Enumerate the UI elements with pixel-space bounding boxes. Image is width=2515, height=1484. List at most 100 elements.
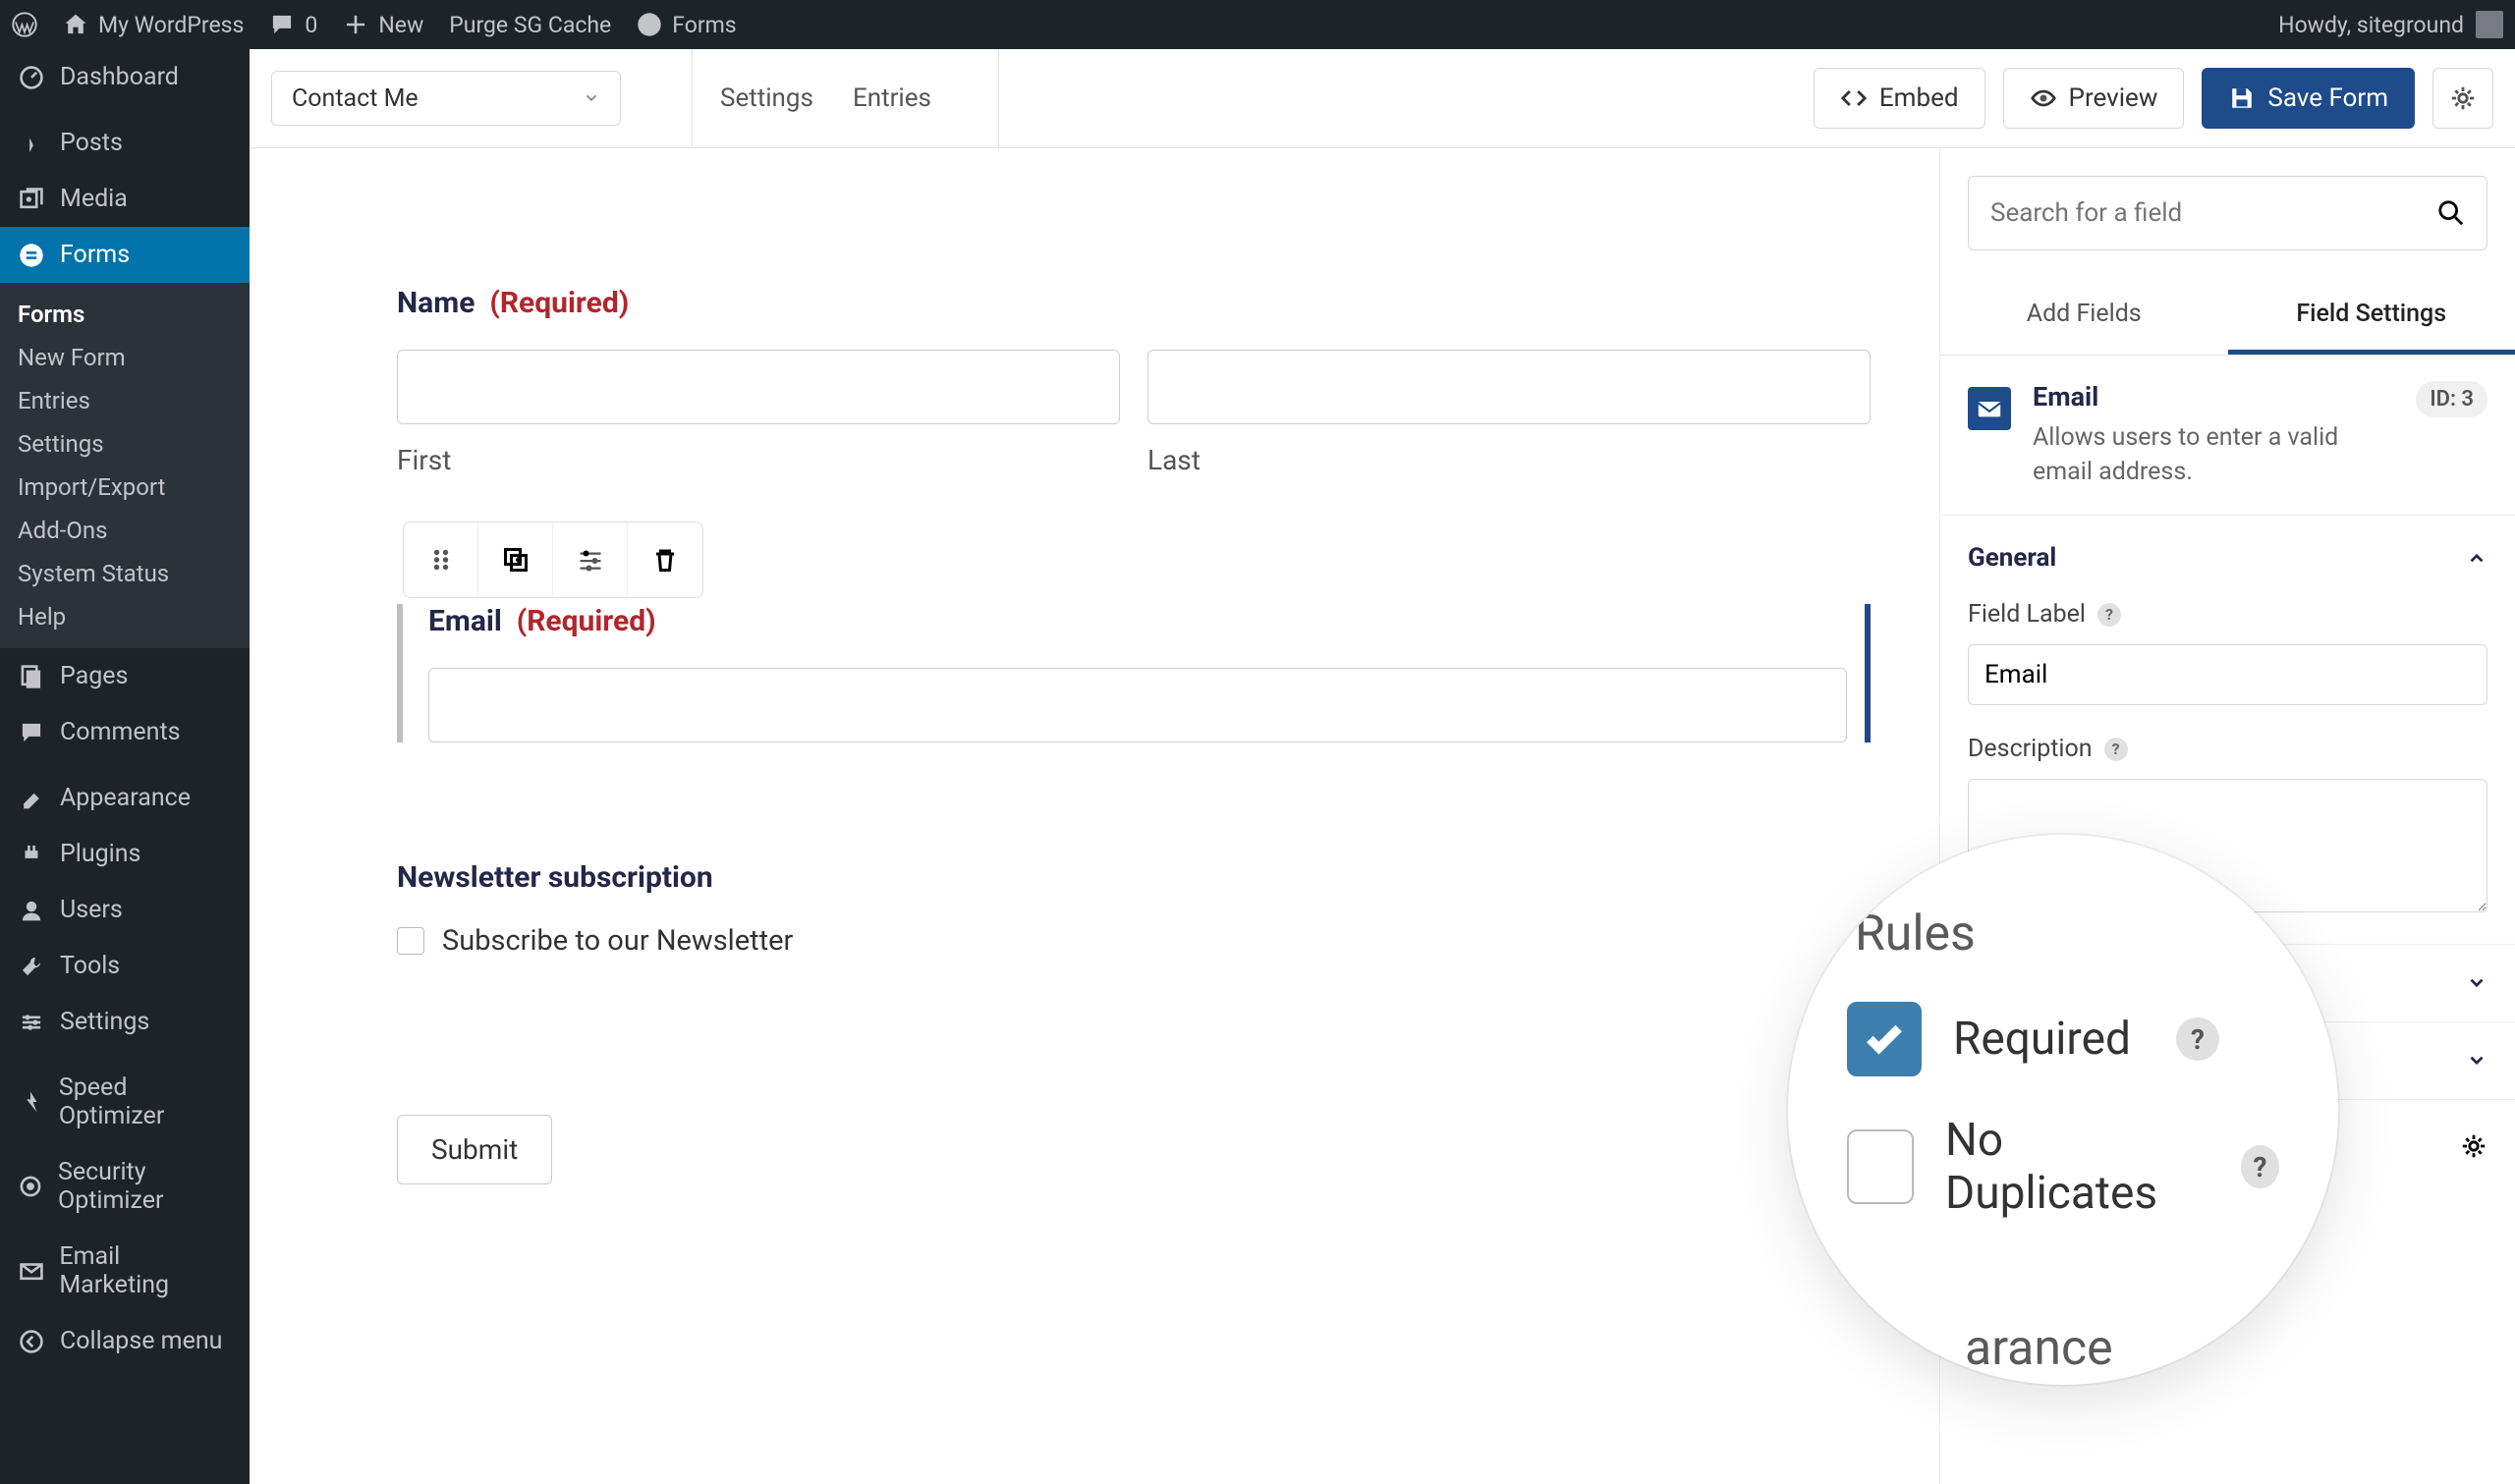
gear-icon bbox=[2449, 84, 2477, 112]
avatar bbox=[2476, 11, 2503, 38]
purge-cache-link[interactable]: Purge SG Cache bbox=[449, 12, 611, 38]
no-duplicates-checkbox[interactable] bbox=[1847, 1129, 1914, 1204]
field-newsletter[interactable]: Newsletter subscription Subscribe to our… bbox=[397, 860, 1871, 958]
settings-button[interactable] bbox=[553, 522, 628, 597]
chevron-down-icon bbox=[2466, 972, 2487, 994]
email-type-icon bbox=[1968, 387, 2011, 430]
sidebar-item-plugins[interactable]: Plugins bbox=[0, 826, 250, 882]
field-id-badge: ID: 3 bbox=[2416, 381, 2487, 417]
field-name[interactable]: Name (Required) First Last bbox=[397, 286, 1871, 476]
first-sublabel: First bbox=[397, 444, 1120, 476]
field-type-name: Email bbox=[2033, 381, 2394, 412]
preview-button[interactable]: Preview bbox=[2003, 68, 2185, 129]
search-icon bbox=[2437, 199, 2465, 227]
sidebar-item-comments[interactable]: Comments bbox=[0, 704, 250, 760]
site-name: My WordPress bbox=[98, 12, 244, 38]
duplicate-icon bbox=[501, 545, 531, 575]
field-type-header: Email Allows users to enter a valid emai… bbox=[1940, 356, 2515, 516]
help-icon[interactable]: ? bbox=[2176, 1017, 2219, 1061]
sidebar-item-security[interactable]: Security Optimizer bbox=[0, 1144, 250, 1229]
tools-icon bbox=[18, 953, 45, 980]
sidebar-item-settings[interactable]: Settings bbox=[0, 994, 250, 1050]
email-field-label: Email (Required) bbox=[428, 604, 1847, 638]
required-checkbox[interactable] bbox=[1847, 1002, 1922, 1076]
new-content-link[interactable]: New bbox=[343, 12, 423, 38]
subitem-entries[interactable]: Entries bbox=[0, 379, 250, 422]
user-menu[interactable]: Howdy, siteground bbox=[2278, 11, 2503, 38]
sidebar-item-tools[interactable]: Tools bbox=[0, 938, 250, 994]
appearance-heading: arance bbox=[1965, 1320, 2113, 1377]
field-email[interactable]: Email (Required) bbox=[397, 604, 1871, 742]
form-name: Contact Me bbox=[292, 84, 419, 113]
newsletter-checkbox[interactable] bbox=[397, 927, 424, 955]
drag-handle[interactable] bbox=[404, 522, 478, 597]
toolbar-settings-link[interactable]: Settings bbox=[720, 83, 813, 113]
subitem-addons[interactable]: Add-Ons bbox=[0, 509, 250, 552]
field-type-desc: Allows users to enter a valid email addr… bbox=[2033, 420, 2394, 489]
help-icon[interactable]: ? bbox=[2097, 603, 2121, 627]
help-icon[interactable]: ? bbox=[2241, 1145, 2279, 1188]
plugins-icon bbox=[18, 841, 45, 868]
chevron-down-icon bbox=[2466, 1050, 2487, 1072]
subitem-import[interactable]: Import/Export bbox=[0, 466, 250, 509]
delete-button[interactable] bbox=[628, 522, 702, 597]
cond-logic-settings[interactable] bbox=[2460, 1132, 2487, 1164]
last-name-input[interactable] bbox=[1147, 350, 1871, 424]
field-search[interactable] bbox=[1968, 176, 2487, 250]
zoom-callout: Rules Required ? No Duplicates ? arance bbox=[1788, 835, 2338, 1385]
help-icon[interactable]: ? bbox=[2104, 738, 2128, 761]
subitem-settings[interactable]: Settings bbox=[0, 422, 250, 466]
toolbar-entries-link[interactable]: Entries bbox=[853, 83, 931, 113]
security-icon bbox=[18, 1173, 43, 1200]
subitem-new-form[interactable]: New Form bbox=[0, 336, 250, 379]
subitem-help[interactable]: Help bbox=[0, 595, 250, 638]
form-settings-button[interactable] bbox=[2432, 68, 2493, 129]
wp-logo[interactable] bbox=[12, 12, 37, 37]
sidebar-item-speed[interactable]: Speed Optimizer bbox=[0, 1060, 250, 1144]
check-icon bbox=[1863, 1017, 1906, 1061]
trash-icon bbox=[650, 545, 680, 575]
newsletter-field-label: Newsletter subscription bbox=[397, 860, 1871, 895]
submit-button[interactable]: Submit bbox=[397, 1115, 552, 1184]
sidebar-item-appearance[interactable]: Appearance bbox=[0, 770, 250, 826]
speed-icon bbox=[18, 1088, 44, 1116]
dashboard-icon bbox=[18, 64, 45, 91]
sidebar-item-email-marketing[interactable]: Email Marketing bbox=[0, 1229, 250, 1313]
description-heading: Description? bbox=[1968, 735, 2487, 763]
tab-field-settings[interactable]: Field Settings bbox=[2228, 278, 2515, 355]
sliders-icon bbox=[576, 545, 605, 575]
save-icon bbox=[2228, 84, 2256, 112]
last-sublabel: Last bbox=[1147, 444, 1871, 476]
duplicate-button[interactable] bbox=[478, 522, 553, 597]
embed-button[interactable]: Embed bbox=[1814, 68, 1985, 129]
email-input[interactable] bbox=[428, 668, 1847, 742]
sidebar-item-dashboard[interactable]: Dashboard bbox=[0, 49, 250, 105]
sidebar-item-posts[interactable]: Posts bbox=[0, 115, 250, 171]
no-duplicates-label: No Duplicates bbox=[1945, 1114, 2196, 1220]
comments-icon bbox=[18, 719, 45, 746]
howdy-text: Howdy, siteground bbox=[2278, 12, 2464, 38]
comments-link[interactable]: 0 bbox=[269, 12, 317, 38]
sidebar-item-pages[interactable]: Pages bbox=[0, 648, 250, 704]
subitem-status[interactable]: System Status bbox=[0, 552, 250, 595]
sidebar-item-collapse[interactable]: Collapse menu bbox=[0, 1313, 250, 1369]
first-name-input[interactable] bbox=[397, 350, 1120, 424]
users-icon bbox=[18, 897, 45, 924]
section-general-header[interactable]: General bbox=[1940, 516, 2515, 600]
eye-icon bbox=[2030, 84, 2057, 112]
appearance-icon bbox=[18, 785, 45, 812]
sidebar-item-forms[interactable]: Forms bbox=[0, 227, 250, 283]
pages-icon bbox=[18, 663, 45, 690]
sidebar-item-users[interactable]: Users bbox=[0, 882, 250, 938]
form-selector[interactable]: Contact Me bbox=[271, 71, 621, 126]
sidebar-item-media[interactable]: Media bbox=[0, 171, 250, 227]
subitem-forms[interactable]: Forms bbox=[0, 293, 250, 336]
tab-add-fields[interactable]: Add Fields bbox=[1940, 278, 2228, 355]
save-form-button[interactable]: Save Form bbox=[2202, 68, 2415, 129]
site-name-link[interactable]: My WordPress bbox=[63, 12, 244, 38]
field-label-input[interactable] bbox=[1968, 644, 2487, 705]
search-input[interactable] bbox=[1990, 198, 2437, 228]
field-toolbar bbox=[403, 522, 703, 598]
forms-link[interactable]: Forms bbox=[637, 12, 736, 38]
admin-bar: My WordPress 0 New Purge SG Cache Forms … bbox=[0, 0, 2515, 49]
